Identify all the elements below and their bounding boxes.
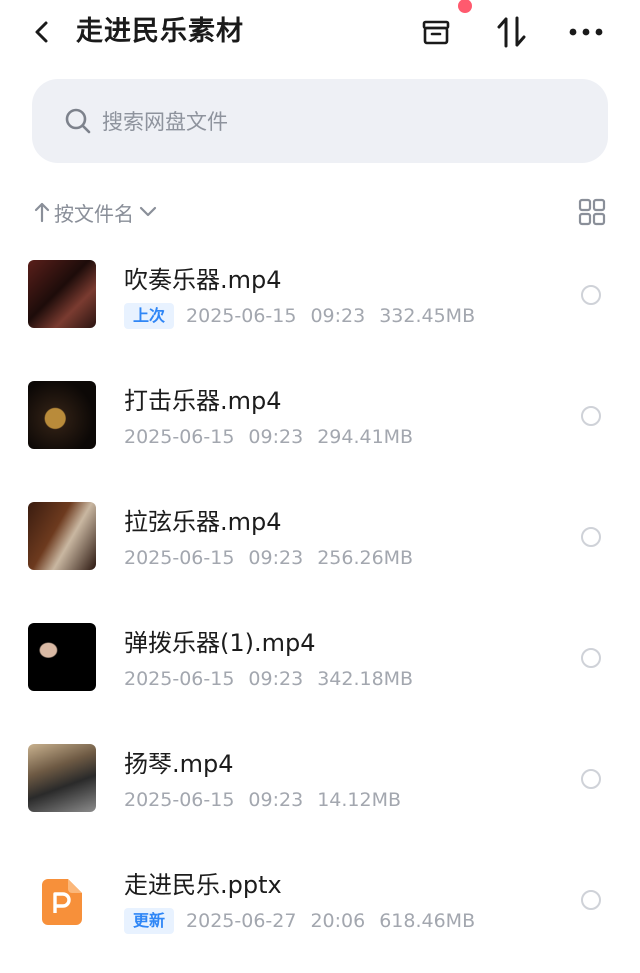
more-dots-icon	[569, 28, 603, 36]
page-title: 走进民乐素材	[76, 16, 244, 47]
file-meta: 上次 2025-06-15 09:23 332.45MB	[124, 302, 475, 330]
file-time: 09:23	[248, 426, 304, 448]
select-radio[interactable]	[581, 406, 601, 426]
video-thumbnail	[28, 260, 96, 328]
chevron-down-icon	[139, 206, 157, 217]
chevron-left-icon	[35, 21, 48, 43]
file-date: 2025-06-15	[124, 547, 235, 569]
select-radio[interactable]	[581, 769, 601, 789]
file-meta: 更新 2025-06-27 20:06 618.46MB	[124, 907, 475, 935]
file-size: 332.45MB	[379, 305, 476, 327]
file-name: 扬琴.mp4	[124, 750, 234, 778]
grid-view-button[interactable]	[576, 196, 608, 228]
file-name: 吹奏乐器.mp4	[124, 266, 282, 294]
file-size: 256.26MB	[317, 547, 414, 569]
file-date: 2025-06-15	[124, 426, 235, 448]
file-time: 09:23	[310, 305, 366, 327]
more-button[interactable]	[566, 12, 606, 52]
recent-badge: 上次	[124, 303, 175, 329]
sort-label: 按文件名	[54, 201, 134, 226]
sort-bar: 按文件名	[34, 192, 608, 232]
archive-button[interactable]	[416, 12, 456, 52]
video-thumbnail	[28, 744, 96, 812]
file-size: 342.18MB	[317, 668, 414, 690]
search-input[interactable]: 搜索网盘文件	[32, 79, 608, 163]
file-row[interactable]: 拉弦乐器.mp4 2025-06-15 09:23 256.26MB	[0, 476, 640, 597]
file-size: 618.46MB	[379, 910, 476, 932]
file-date: 2025-06-27	[186, 910, 297, 932]
file-date: 2025-06-15	[124, 789, 235, 811]
sort-by-name-toggle[interactable]: 按文件名	[34, 192, 158, 232]
select-radio[interactable]	[581, 527, 601, 547]
file-date: 2025-06-15	[186, 305, 297, 327]
select-radio[interactable]	[581, 648, 601, 668]
file-row[interactable]: 弹拨乐器(1).mp4 2025-06-15 09:23 342.18MB	[0, 597, 640, 718]
file-name: 弹拨乐器(1).mp4	[124, 629, 316, 657]
sort-button[interactable]	[492, 12, 532, 52]
file-time: 09:23	[248, 789, 304, 811]
file-name: 走进民乐.pptx	[124, 871, 282, 899]
grid-view-icon	[578, 198, 606, 226]
file-time: 09:23	[248, 547, 304, 569]
select-radio[interactable]	[581, 890, 601, 910]
video-thumbnail	[28, 502, 96, 570]
search-placeholder: 搜索网盘文件	[102, 110, 228, 134]
file-meta: 2025-06-15 09:23 14.12MB	[124, 786, 401, 814]
file-time: 20:06	[310, 910, 366, 932]
select-radio[interactable]	[581, 285, 601, 305]
file-meta: 2025-06-15 09:23 256.26MB	[124, 544, 413, 572]
file-date: 2025-06-15	[124, 668, 235, 690]
top-bar: 走进民乐素材	[0, 0, 640, 70]
file-size: 294.41MB	[317, 426, 414, 448]
pptx-icon	[42, 879, 82, 925]
updated-badge: 更新	[124, 908, 175, 934]
arrow-up-icon	[34, 202, 50, 223]
archive-box-icon	[422, 20, 450, 45]
search-icon	[65, 108, 91, 134]
video-thumbnail	[28, 623, 96, 691]
file-row[interactable]: 走进民乐.pptx 更新 2025-06-27 20:06 618.46MB	[0, 839, 640, 960]
file-row[interactable]: 打击乐器.mp4 2025-06-15 09:23 294.41MB	[0, 355, 640, 476]
file-meta: 2025-06-15 09:23 294.41MB	[124, 423, 413, 451]
video-thumbnail	[28, 381, 96, 449]
file-size: 14.12MB	[317, 789, 402, 811]
file-time: 09:23	[248, 668, 304, 690]
file-row[interactable]: 扬琴.mp4 2025-06-15 09:23 14.12MB	[0, 718, 640, 839]
file-name: 拉弦乐器.mp4	[124, 508, 282, 536]
file-name: 打击乐器.mp4	[124, 387, 282, 415]
file-meta: 2025-06-15 09:23 342.18MB	[124, 665, 413, 693]
notification-dot	[458, 0, 472, 13]
file-row[interactable]: 吹奏乐器.mp4 上次 2025-06-15 09:23 332.45MB	[0, 234, 640, 355]
back-button[interactable]	[24, 14, 60, 50]
sort-arrows-icon	[497, 16, 526, 48]
